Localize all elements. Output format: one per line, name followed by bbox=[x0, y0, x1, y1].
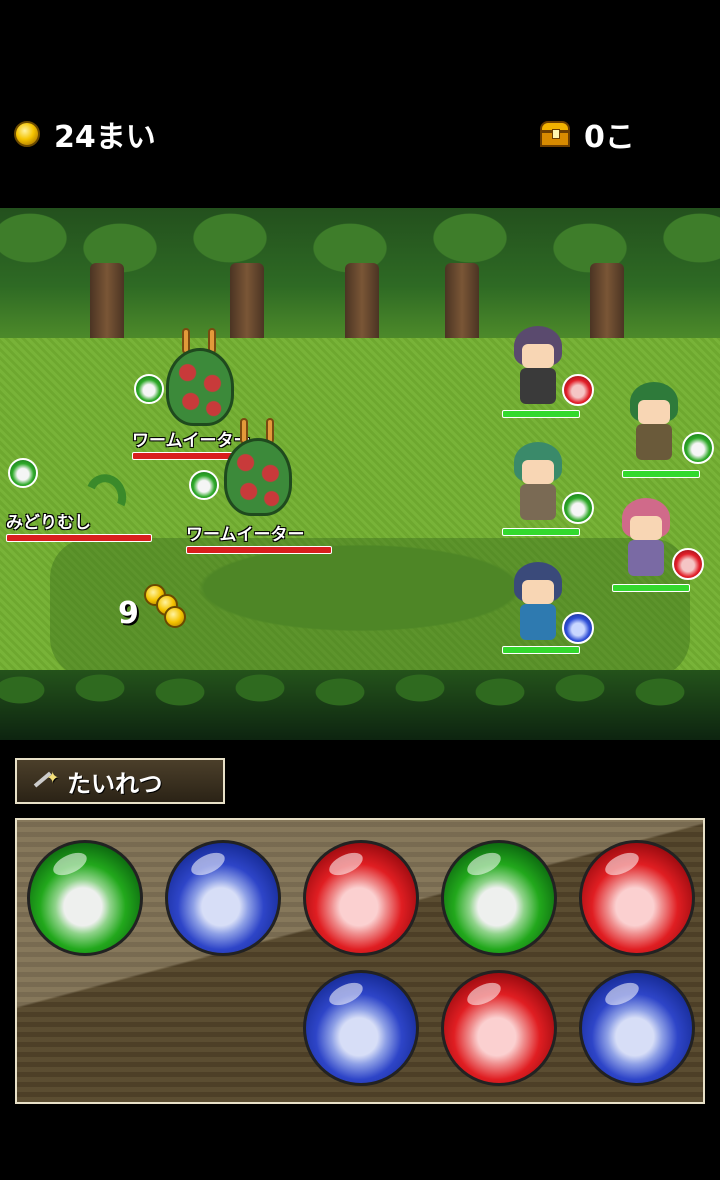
orb-blue[interactable] bbox=[165, 840, 281, 956]
party-hero-pink-hair[interactable] bbox=[616, 498, 676, 578]
treasure-chest-icon bbox=[540, 121, 570, 147]
magic-wand-icon: ✦ bbox=[33, 768, 59, 794]
party-hero-green-hair[interactable] bbox=[508, 442, 568, 522]
coin-count: 24まい bbox=[54, 120, 156, 155]
hero-hp-bar bbox=[502, 410, 580, 418]
hedge-border bbox=[0, 670, 720, 740]
enemy-name: みどりむし bbox=[6, 513, 91, 533]
hero-element-orb bbox=[562, 374, 594, 406]
enemy-hp-bar bbox=[6, 534, 152, 542]
hero-element-orb bbox=[562, 492, 594, 524]
orb-red[interactable] bbox=[441, 970, 557, 1086]
party-hero-purple[interactable] bbox=[508, 326, 568, 406]
enemy-element-orb bbox=[189, 470, 219, 500]
party-hero-blue-hair[interactable] bbox=[508, 562, 568, 642]
orb-green[interactable] bbox=[27, 840, 143, 956]
orb-blue[interactable] bbox=[303, 970, 419, 1086]
battle-shadow bbox=[50, 538, 690, 678]
enemy-element-orb bbox=[8, 458, 38, 488]
party-hero-bandana[interactable] bbox=[624, 382, 684, 462]
battle-field: ワームイーター ワームイーター みどりむし 9 bbox=[0, 208, 720, 740]
hero-hp-bar bbox=[502, 646, 580, 654]
orb-blue[interactable] bbox=[579, 970, 695, 1086]
formation-tab[interactable]: ✦ たいれつ bbox=[15, 758, 225, 804]
coin-drop-number: 9 bbox=[118, 596, 139, 631]
treasure-count: 0こ bbox=[584, 120, 635, 155]
hero-hp-bar bbox=[502, 528, 580, 536]
treasure-counter: 0こ bbox=[540, 112, 635, 156]
orb-board bbox=[15, 818, 705, 1104]
orb-red[interactable] bbox=[303, 840, 419, 956]
orb-green[interactable] bbox=[441, 840, 557, 956]
hero-element-orb bbox=[682, 432, 714, 464]
hero-element-orb bbox=[562, 612, 594, 644]
enemy-name: ワームイーター bbox=[186, 525, 305, 545]
hero-hp-bar bbox=[622, 470, 700, 478]
coin-counter: 24まい bbox=[14, 112, 156, 156]
coin-icon bbox=[14, 121, 40, 147]
enemy-worm-eater[interactable] bbox=[218, 418, 298, 518]
hero-hp-bar bbox=[612, 584, 690, 592]
hero-element-orb bbox=[672, 548, 704, 580]
formation-tab-label: たいれつ bbox=[67, 769, 163, 798]
orb-red[interactable] bbox=[579, 840, 695, 956]
enemy-worm-eater[interactable] bbox=[160, 328, 240, 428]
enemy-hp-bar bbox=[186, 546, 332, 554]
coin-icon bbox=[164, 606, 186, 628]
